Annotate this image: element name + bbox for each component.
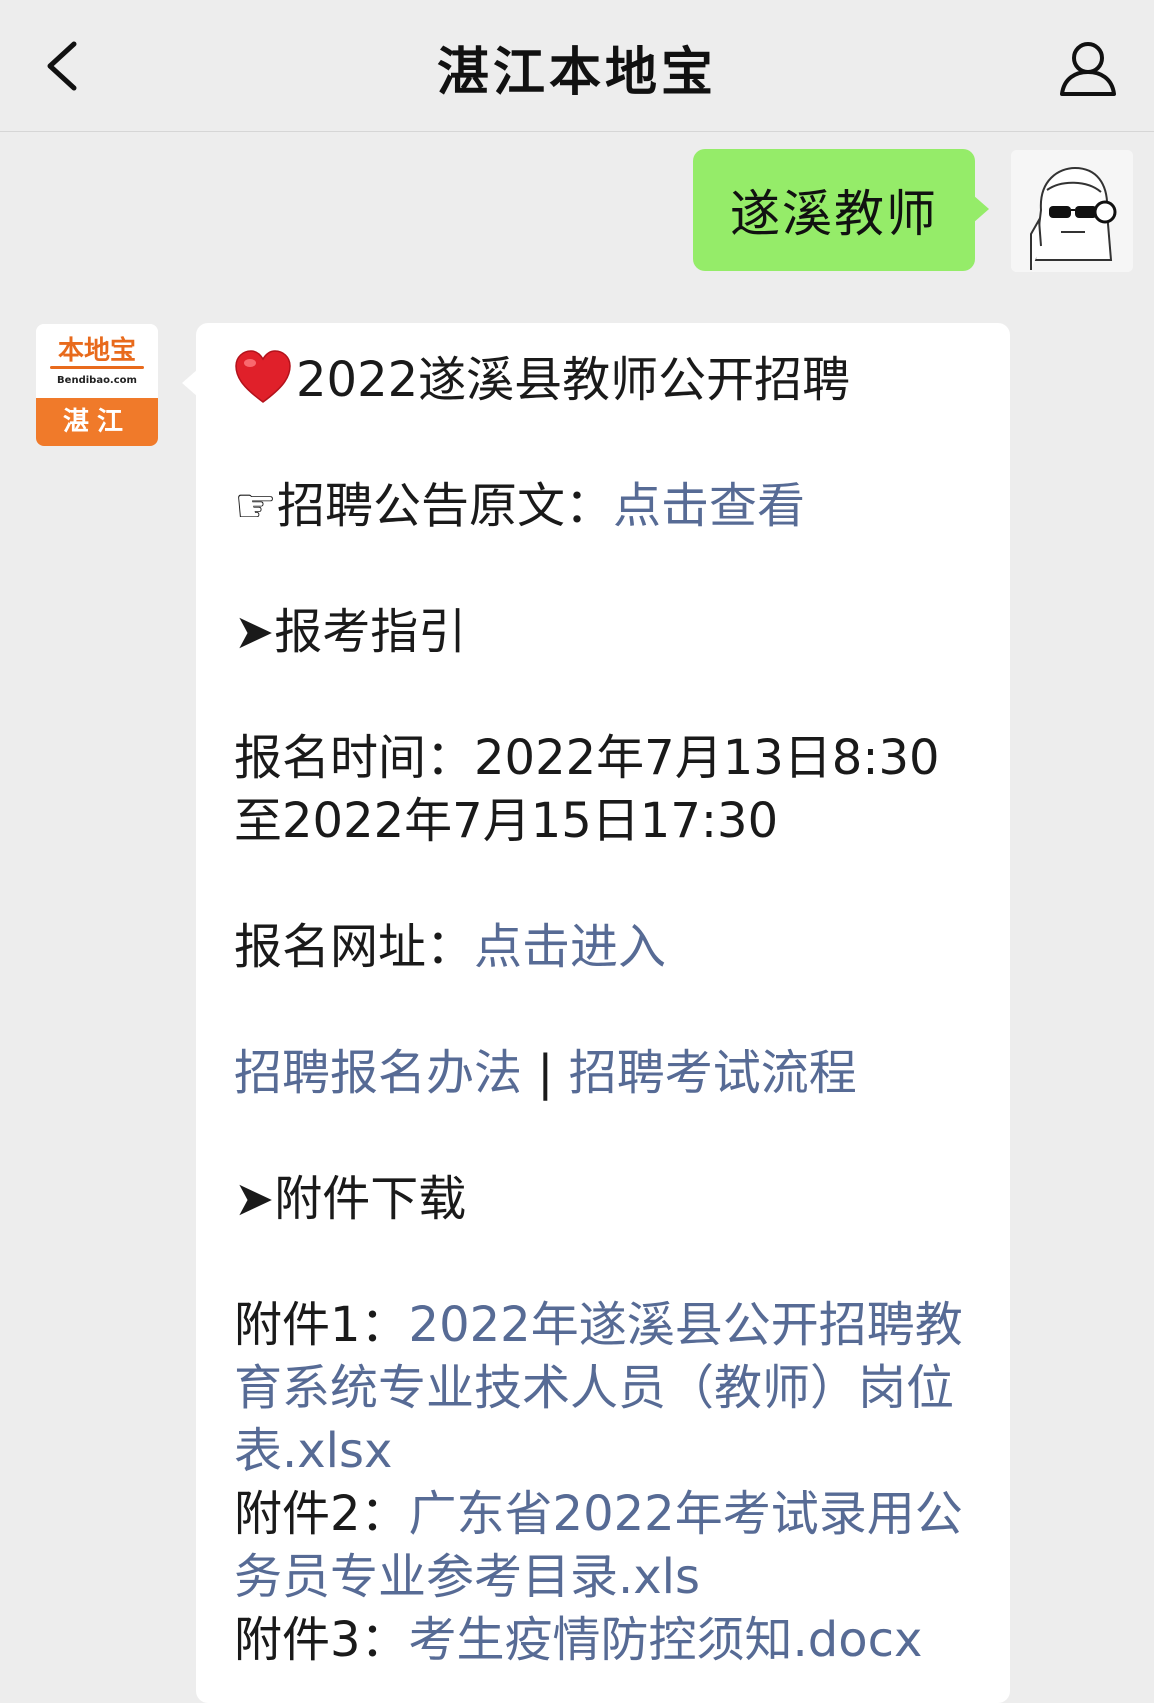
attach-heading: ➤附件下载 bbox=[234, 1171, 467, 1227]
bot-avatar[interactable]: 本地宝 Bendibao.com 湛江 bbox=[36, 324, 158, 446]
attachment-3: 附件3：考生疫情防控须知.docx bbox=[234, 1609, 984, 1672]
bendibao-logo: 本地宝 Bendibao.com bbox=[36, 324, 158, 398]
notice-prefix: ☞招聘公告原文： bbox=[234, 478, 614, 534]
user-avatar[interactable] bbox=[1011, 150, 1133, 272]
guide-heading: ➤报考指引 bbox=[234, 604, 467, 660]
notice-line: ☞招聘公告原文：点击查看 bbox=[234, 475, 984, 538]
logo-swoosh bbox=[50, 366, 144, 369]
bot-message-bubble: 2022遂溪县教师公开招聘 ☞招聘公告原文：点击查看 ➤报考指引 报名时间：20… bbox=[182, 323, 1010, 1703]
red-heart-icon bbox=[235, 350, 291, 403]
profile-icon[interactable] bbox=[1056, 36, 1120, 100]
link-separator: | bbox=[522, 1045, 569, 1101]
headline-line: 2022遂溪县教师公开招聘 bbox=[234, 349, 984, 412]
logo-domain-text: Bendibao.com bbox=[57, 375, 137, 386]
method-link[interactable]: 招聘报名办法 bbox=[234, 1045, 522, 1101]
logo-brand-text: 本地宝 bbox=[57, 336, 136, 366]
reg-time-value-1: 2022年7月13日8:30 bbox=[474, 730, 940, 786]
attachment-2-label: 附件2： bbox=[234, 1486, 409, 1542]
attachment-1-label: 附件1： bbox=[234, 1297, 409, 1353]
reg-time-label: 报名时间： bbox=[234, 730, 475, 786]
user-message-bubble[interactable]: 遂溪教师 bbox=[693, 149, 989, 271]
anime-girl-avatar-icon bbox=[1011, 150, 1133, 272]
top-bar: 湛江本地宝 bbox=[0, 0, 1154, 132]
reg-url-line: 报名网址：点击进入 bbox=[234, 916, 984, 979]
reg-time-value-2: 至2022年7月15日17:30 bbox=[234, 793, 779, 849]
attachment-1: 附件1：2022年遂溪县公开招聘教育系统专业技术人员（教师）岗位表.xlsx bbox=[234, 1294, 984, 1483]
chat-title: 湛江本地宝 bbox=[436, 43, 717, 103]
links-line: 招聘报名办法 | 招聘考试流程 bbox=[234, 1042, 984, 1105]
reg-time-line: 报名时间：2022年7月13日8:30 bbox=[234, 727, 984, 790]
notice-link[interactable]: 点击查看 bbox=[613, 478, 805, 534]
process-link[interactable]: 招聘考试流程 bbox=[569, 1045, 857, 1101]
reg-url-label: 报名网址： bbox=[234, 919, 475, 975]
reg-url-link[interactable]: 点击进入 bbox=[474, 919, 666, 975]
bot-message-content: 2022遂溪县教师公开招聘 ☞招聘公告原文：点击查看 ➤报考指引 报名时间：20… bbox=[234, 349, 984, 1672]
attachment-3-link[interactable]: 考生疫情防控须知.docx bbox=[409, 1612, 923, 1668]
user-message-text: 遂溪教师 bbox=[730, 185, 938, 243]
attachment-3-label: 附件3： bbox=[234, 1612, 409, 1668]
attachment-2: 附件2：广东省2022年考试录用公务员专业参考目录.xls bbox=[234, 1483, 984, 1609]
logo-city-text: 湛江 bbox=[36, 398, 158, 446]
headline-text: 2022遂溪县教师公开招聘 bbox=[296, 352, 851, 408]
